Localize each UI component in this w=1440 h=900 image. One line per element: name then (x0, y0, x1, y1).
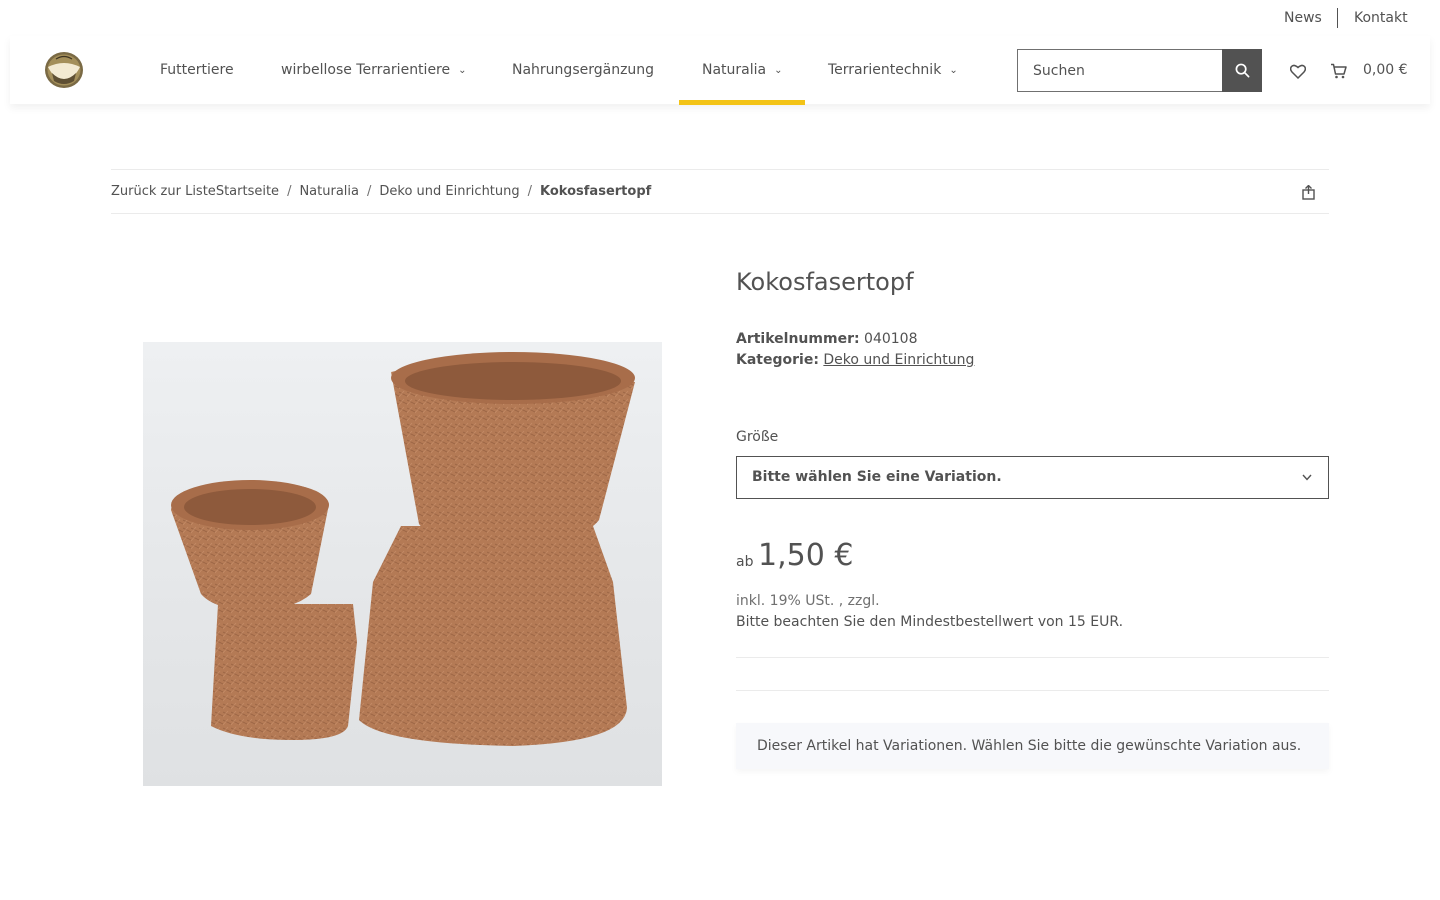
variation-label: Größe (736, 429, 779, 445)
vat-info: inkl. 19% USt. , zzgl. (736, 593, 880, 609)
breadcrumb-separator: / (527, 184, 533, 199)
search-icon (1235, 63, 1249, 78)
nav-item-nahrungsergaenzung[interactable]: Nahrungsergänzung (512, 62, 654, 78)
variation-select[interactable]: Bitte wählen Sie eine Variation. (736, 456, 1329, 499)
nav-active-indicator (679, 100, 805, 105)
sku-value: 040108 (864, 331, 918, 347)
nav-item-label: Terrarientechnik (828, 62, 942, 78)
contact-link[interactable]: Kontakt (1354, 10, 1408, 26)
cart-total[interactable]: 0,00 € (1363, 62, 1408, 78)
nav-item-wirbellose-terrarientiere[interactable]: wirbellose Terrarientiere ⌄ (281, 62, 467, 78)
breadcrumb-separator: / (287, 184, 292, 199)
breadcrumb-list: Zurück zur ListeStartseite / Naturalia / Dek… (111, 184, 651, 199)
heart-icon (1290, 64, 1306, 79)
product-price: 1,50 € (758, 538, 854, 573)
chevron-down-icon (1301, 471, 1313, 483)
divider (736, 657, 1329, 658)
search-input[interactable] (1017, 49, 1223, 92)
main-header: Futtertiere wirbellose Terrarientiere ⌄ N… (10, 36, 1430, 105)
nav-item-label: Naturalia (702, 62, 767, 78)
price-prefix: ab (736, 554, 754, 570)
category-link[interactable]: Deko und Einrichtung (823, 352, 974, 368)
product-title: Kokosfasertopf (736, 268, 914, 296)
product-image[interactable] (143, 342, 662, 786)
product-category: Kategorie: Deko und Einrichtung (736, 352, 974, 368)
nav-item-futtertiere[interactable]: Futtertiere (160, 62, 234, 78)
chevron-down-icon: ⌄ (774, 65, 783, 76)
nav-item-label: wirbellose Terrarientiere (281, 62, 451, 78)
nav-item-terrarientechnik[interactable]: Terrarientechnik ⌄ (828, 62, 958, 78)
breadcrumb-item-naturalia[interactable]: Naturalia (299, 184, 359, 199)
search-button[interactable] (1222, 49, 1262, 92)
breadcrumb-item-deko-und-einrichtung[interactable]: Deko und Einrichtung (379, 184, 519, 199)
nav-item-label: Nahrungsergänzung (512, 62, 655, 78)
breadcrumb-item-startseite[interactable]: Startseite (216, 184, 279, 199)
top-bar: News Kontakt (0, 0, 1440, 36)
shopping-cart-icon (1330, 63, 1347, 79)
shop-logo-icon[interactable] (44, 51, 84, 89)
back-to-list-link[interactable]: Zurück zur Liste (111, 184, 216, 199)
chevron-down-icon: ⌄ (458, 65, 467, 76)
variation-placeholder: Bitte wählen Sie eine Variation. (752, 469, 1002, 485)
wishlist-button[interactable] (1289, 62, 1307, 80)
variation-notice-text: Dieser Artikel hat Variationen. Wählen S… (757, 738, 1302, 754)
nav-item-label: Futtertiere (160, 62, 234, 78)
category-label: Kategorie: (736, 352, 819, 368)
breadcrumb: Zurück zur ListeStartseite / Naturalia / Dek… (111, 169, 1329, 214)
share-button[interactable] (1300, 184, 1316, 200)
breadcrumb-separator: / (366, 184, 372, 199)
nav-item-naturalia[interactable]: Naturalia ⌄ (702, 62, 783, 78)
news-link[interactable]: News (1284, 10, 1322, 26)
divider (736, 690, 1329, 691)
top-bar-divider (1337, 8, 1338, 28)
minimum-order-notice: Bitte beachten Sie den Mindestbestellwer… (736, 614, 1124, 630)
breadcrumb-current: Kokosfasertopf (540, 184, 652, 199)
chevron-down-icon: ⌄ (949, 65, 958, 76)
product-sku: Artikelnummer: 040108 (736, 331, 917, 347)
share-icon (1301, 184, 1315, 200)
cart-button[interactable] (1329, 62, 1347, 80)
variation-notice: Dieser Artikel hat Variationen. Wählen S… (736, 723, 1329, 769)
sku-label: Artikelnummer: (736, 331, 860, 347)
